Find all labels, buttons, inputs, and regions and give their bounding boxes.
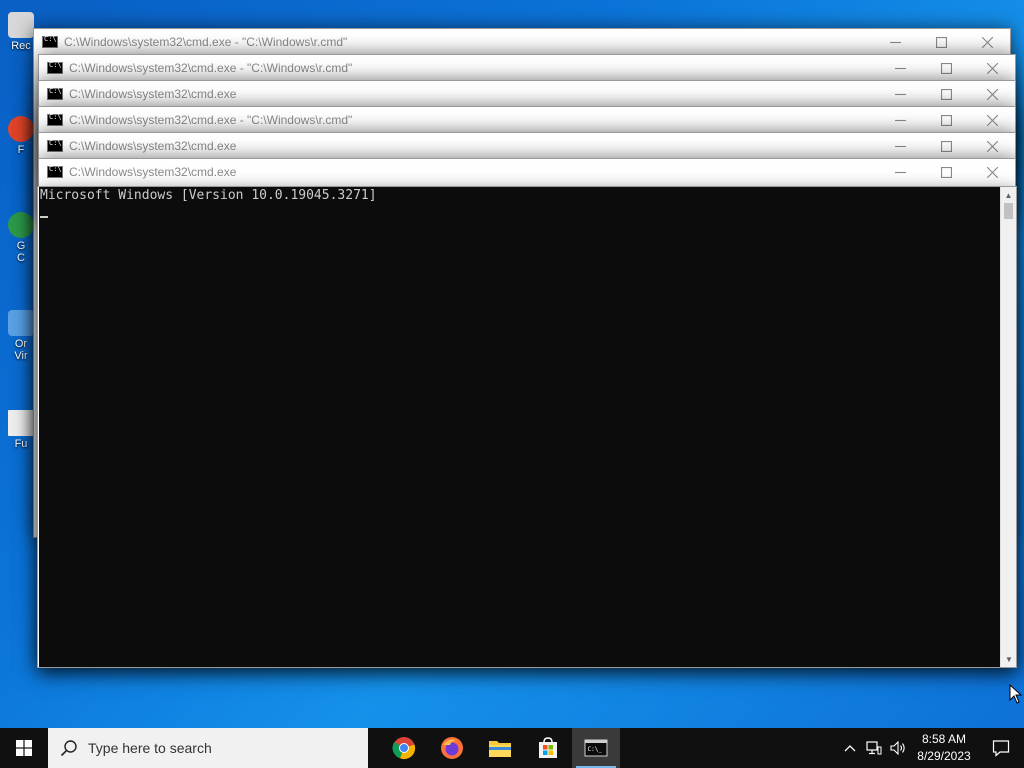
file-explorer-icon (489, 741, 511, 757)
minimize-button[interactable] (877, 55, 923, 81)
desktop-icon-label: Or Vir (14, 338, 28, 362)
window-titlebar[interactable]: C:\Windows\system32\cmd.exe - "C:\Window… (39, 107, 1015, 133)
minimize-button[interactable] (877, 81, 923, 107)
window-titlebar[interactable]: C:\Windows\system32\cmd.exe (39, 159, 1015, 185)
windows-logo-icon (16, 740, 32, 756)
close-button[interactable] (969, 159, 1015, 185)
cmd-icon (47, 165, 63, 178)
minimize-button[interactable] (877, 107, 923, 133)
desktop-icon-virtualbox[interactable]: Or Vir (6, 310, 36, 362)
system-tray: 8:58 AM 8/29/2023 (838, 728, 1024, 768)
desktop-icon-recycle-bin[interactable]: Rec (6, 12, 36, 52)
desktop-icon-label: F (17, 144, 25, 156)
cmd-icon (42, 35, 58, 48)
mouse-cursor-icon (1009, 683, 1023, 709)
desktop-icon-label: Fu (14, 438, 28, 450)
taskbar-clock[interactable]: 8:58 AM 8/29/2023 (910, 731, 978, 765)
chrome-icon (8, 212, 34, 238)
close-button[interactable] (964, 29, 1010, 55)
scroll-up-arrow-icon[interactable]: ▲ (1001, 187, 1016, 203)
cmd-icon (47, 139, 63, 152)
window-title: C:\Windows\system32\cmd.exe - "C:\Window… (69, 113, 353, 127)
command-prompt-icon: C:\_ (584, 739, 608, 757)
taskbar-app-chrome[interactable] (380, 728, 428, 768)
window-title: C:\Windows\system32\cmd.exe (69, 165, 237, 179)
maximize-button[interactable] (923, 81, 969, 107)
maximize-button[interactable] (923, 107, 969, 133)
svg-text:C:\_: C:\_ (588, 746, 603, 753)
clock-time: 8:58 AM (921, 732, 967, 746)
desktop-icon-file[interactable]: Fu (6, 410, 36, 450)
cmd-icon (47, 113, 63, 126)
microsoft-store-icon (539, 737, 557, 758)
taskbar-app-microsoft-store[interactable] (524, 728, 572, 768)
text-cursor (40, 216, 48, 218)
minimize-button[interactable] (877, 133, 923, 159)
close-button[interactable] (969, 55, 1015, 81)
console-output[interactable]: Microsoft Windows [Version 10.0.19045.32… (39, 187, 1001, 667)
taskbar-app-file-explorer[interactable] (476, 728, 524, 768)
recycle-bin-icon (8, 12, 34, 38)
firefox-icon (441, 737, 463, 759)
maximize-button[interactable] (923, 159, 969, 185)
close-button[interactable] (969, 107, 1015, 133)
window-titlebar[interactable]: C:\Windows\system32\cmd.exe - "C:\Window… (39, 55, 1015, 81)
desktop: Rec F G C Or Vir Fu C:\Windows\system32\… (0, 0, 1024, 728)
window-title: C:\Windows\system32\cmd.exe - "C:\Window… (69, 61, 353, 75)
start-button[interactable] (0, 728, 48, 768)
console-line: Microsoft Windows [Version 10.0.19045.32… (40, 188, 377, 203)
file-icon (8, 410, 34, 436)
virtualbox-icon (8, 310, 34, 336)
network-icon[interactable] (862, 728, 886, 768)
desktop-icon-firefox[interactable]: F (6, 116, 36, 156)
cmd-icon (47, 61, 63, 74)
taskbar-app-firefox[interactable] (428, 728, 476, 768)
firefox-icon (8, 116, 34, 142)
taskbar-search-box[interactable]: Type here to search (48, 728, 368, 768)
maximize-button[interactable] (918, 29, 964, 55)
desktop-icon-label: Rec (11, 40, 31, 52)
minimize-button[interactable] (877, 159, 923, 185)
search-icon (60, 740, 77, 757)
scroll-down-arrow-icon[interactable]: ▼ (1001, 651, 1017, 667)
window-title: C:\Windows\system32\cmd.exe (69, 87, 237, 101)
scrollbar-thumb[interactable] (1004, 203, 1013, 219)
cmd-console-window[interactable]: Microsoft Windows [Version 10.0.19045.32… (37, 186, 1017, 668)
window-title: C:\Windows\system32\cmd.exe (69, 139, 237, 153)
desktop-icon-label: G C (16, 240, 26, 264)
desktop-icon-chrome[interactable]: G C (6, 212, 36, 264)
volume-icon[interactable] (886, 728, 910, 768)
cmd-icon (47, 87, 63, 100)
taskbar: Type here to search C:\_ 8:58 AM 8/29/20… (0, 728, 1024, 768)
window-titlebar[interactable]: C:\Windows\system32\cmd.exe (39, 133, 1015, 159)
show-hidden-icons-chevron-up-icon[interactable] (838, 728, 862, 768)
window-titlebar[interactable]: C:\Windows\system32\cmd.exe (39, 81, 1015, 107)
close-button[interactable] (969, 133, 1015, 159)
action-center-button[interactable] (978, 728, 1024, 768)
chrome-icon (392, 737, 416, 760)
search-placeholder: Type here to search (88, 740, 212, 756)
taskbar-app-command-prompt[interactable]: C:\_ (572, 728, 620, 768)
minimize-button[interactable] (872, 29, 918, 55)
window-title: C:\Windows\system32\cmd.exe - "C:\Window… (64, 35, 348, 49)
maximize-button[interactable] (923, 55, 969, 81)
notification-icon (992, 740, 1010, 757)
clock-date: 8/29/2023 (917, 749, 971, 763)
vertical-scrollbar[interactable]: ▲ ▼ (1000, 187, 1016, 667)
close-button[interactable] (969, 81, 1015, 107)
window-titlebar[interactable]: C:\Windows\system32\cmd.exe - "C:\Window… (34, 29, 1010, 55)
maximize-button[interactable] (923, 133, 969, 159)
